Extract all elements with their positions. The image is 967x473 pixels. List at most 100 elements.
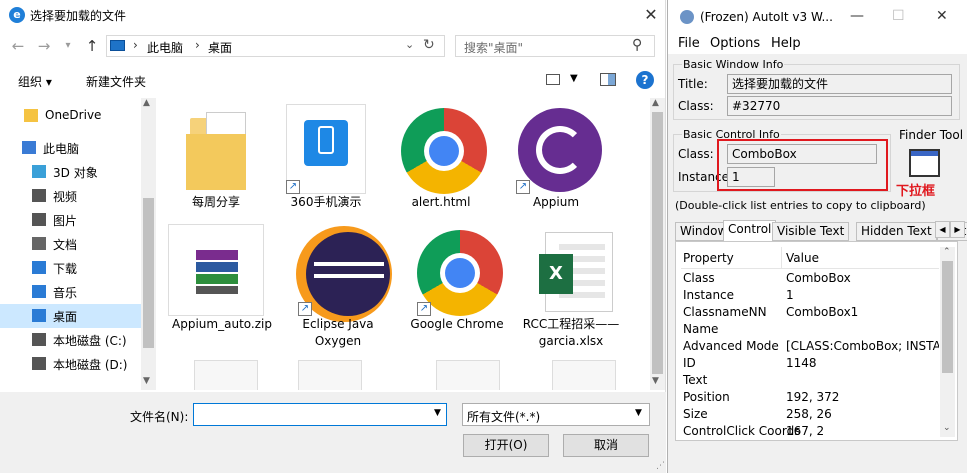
minimize-button[interactable]: — — [850, 8, 864, 24]
filename-combobox[interactable]: ▼ — [193, 403, 447, 426]
resize-grip-icon[interactable]: ⋰ — [656, 461, 665, 471]
file-item[interactable]: X RCC工程招采——garcia.xlsx — [515, 220, 627, 348]
scroll-up-icon[interactable]: ▲ — [143, 98, 150, 108]
table-row[interactable]: Advanced Mode [CLASS:ComboBox; INSTANCE — [681, 339, 939, 356]
menu-options[interactable]: Options — [710, 36, 760, 51]
sidebar-item[interactable]: 本地磁盘 (D:) — [0, 352, 141, 376]
class-field[interactable]: #32770 — [727, 96, 952, 116]
scroll-thumb[interactable] — [652, 112, 663, 374]
folder-icon — [24, 109, 38, 122]
property-name: ControlClick Coords — [683, 424, 801, 438]
table-row[interactable]: Text — [681, 373, 939, 390]
preview-pane-icon[interactable] — [600, 73, 616, 86]
tab-scroll-left-icon[interactable]: ◀ — [935, 221, 950, 238]
file-item[interactable]: ↗ 360手机演示 — [270, 98, 382, 216]
file-thumbnail[interactable] — [298, 360, 362, 390]
tab[interactable]: Visible Text — [772, 222, 850, 241]
scroll-up-icon[interactable]: ▲ — [652, 98, 659, 108]
help-icon[interactable]: ? — [636, 71, 654, 89]
table-row[interactable]: Size 258, 26 — [681, 407, 939, 424]
title-field[interactable]: 选择要加载的文件 — [727, 74, 952, 94]
scroll-up-icon[interactable]: ⌃ — [943, 247, 951, 257]
table-row[interactable]: Position 192, 372 — [681, 390, 939, 407]
file-thumbnail[interactable] — [194, 360, 258, 390]
chevron-down-icon[interactable]: ▼ — [635, 408, 642, 418]
address-bar[interactable]: › 此电脑 › 桌面 ⌄ ↻ — [106, 35, 445, 57]
table-row[interactable]: ClassnameNN ComboBox1 — [681, 305, 939, 322]
cube-icon — [32, 165, 46, 178]
property-name: ID — [683, 356, 696, 370]
sidebar-item[interactable]: 音乐 — [0, 280, 141, 304]
sidebar-item[interactable]: 视频 — [0, 184, 141, 208]
file-item[interactable]: 每周分享 — [160, 98, 272, 216]
menu-file[interactable]: File — [678, 36, 700, 51]
chevron-down-icon[interactable]: ▼ — [570, 73, 578, 84]
scroll-down-icon[interactable]: ▼ — [652, 376, 659, 386]
scroll-thumb[interactable] — [143, 198, 154, 348]
file-scrollbar[interactable]: ▲ ▼ — [650, 98, 665, 390]
file-thumbnail[interactable] — [436, 360, 500, 390]
search-icon[interactable]: ⚲ — [632, 37, 642, 53]
sidebar-item[interactable]: 图片 — [0, 208, 141, 232]
header-value[interactable]: Value — [786, 251, 819, 265]
property-header: Property Value — [681, 247, 939, 269]
chevron-down-icon[interactable]: ⌄ — [405, 38, 414, 51]
property-scrollbar[interactable]: ⌃ ⌄ — [940, 247, 955, 437]
scroll-down-icon[interactable]: ▼ — [143, 376, 150, 386]
open-button[interactable]: 打开(O) — [463, 434, 549, 457]
tab[interactable]: Hidden Text — [856, 222, 937, 241]
file-item[interactable]: Appium_auto.zip — [166, 220, 278, 338]
scroll-thumb[interactable] — [942, 261, 953, 373]
file-item[interactable]: ↗ Eclipse Java Oxygen — [282, 220, 394, 348]
sidebar-item[interactable]: 下载 — [0, 256, 141, 280]
property-value: 167, 2 — [786, 424, 825, 438]
chevron-right-icon: › — [133, 38, 138, 52]
table-row[interactable]: ControlClick Coords 167, 2 — [681, 424, 939, 441]
sidebar-item[interactable]: 本地磁盘 (C:) — [0, 328, 141, 352]
file-type-select[interactable]: 所有文件(*.*) ▼ — [462, 403, 650, 426]
recent-dropdown-button[interactable]: ▾ — [58, 36, 78, 56]
table-row[interactable]: Instance 1 — [681, 288, 939, 305]
sidebar-item-label: 本地磁盘 (C:) — [53, 334, 127, 348]
back-button[interactable]: ← — [8, 36, 28, 56]
sidebar-item[interactable]: 文档 — [0, 232, 141, 256]
table-row[interactable]: Class ComboBox — [681, 271, 939, 288]
file-item[interactable]: alert.html — [385, 98, 497, 216]
refresh-icon[interactable]: ↻ — [423, 37, 435, 53]
menu-help[interactable]: Help — [771, 36, 801, 51]
sidebar-item[interactable]: 此电脑 — [0, 136, 141, 160]
scroll-down-icon[interactable]: ⌄ — [943, 423, 951, 433]
shortcut-arrow-icon: ↗ — [417, 302, 431, 316]
table-row[interactable]: Name — [681, 322, 939, 339]
organize-menu[interactable]: 组织 ▾ — [18, 73, 52, 90]
property-name: Text — [683, 373, 708, 387]
finder-tool-icon[interactable] — [909, 149, 940, 177]
up-button[interactable]: ↑ — [82, 36, 102, 56]
tab-scroll-right-icon[interactable]: ▶ — [950, 221, 965, 238]
table-row[interactable]: ID 1148 — [681, 356, 939, 373]
view-options-icon[interactable] — [546, 74, 560, 85]
sidebar-item[interactable]: 桌面 — [0, 304, 141, 328]
excel-icon: X — [531, 226, 613, 316]
property-value: 1148 — [786, 356, 817, 370]
cancel-button[interactable]: 取消 — [563, 434, 649, 457]
nav-scrollbar[interactable]: ▲ ▼ — [141, 98, 156, 390]
property-name: Instance — [683, 288, 735, 302]
file-thumbnail[interactable] — [552, 360, 616, 390]
close-button[interactable]: ✕ — [936, 8, 948, 24]
chevron-down-icon[interactable]: ▼ — [434, 408, 441, 418]
breadcrumb-this-pc[interactable]: 此电脑 — [147, 39, 183, 56]
sidebar-item[interactable]: OneDrive — [0, 104, 141, 128]
header-property[interactable]: Property — [683, 251, 734, 265]
sidebar-item[interactable]: 3D 对象 — [0, 160, 141, 184]
tab[interactable]: Control — [723, 220, 777, 241]
breadcrumb-desktop[interactable]: 桌面 — [208, 39, 232, 56]
close-button[interactable]: ✕ — [640, 4, 662, 26]
maximize-button[interactable]: ☐ — [892, 8, 905, 24]
file-item[interactable]: ↗ Google Chrome — [401, 220, 513, 338]
search-box[interactable]: 搜索"桌面" ⚲ — [455, 35, 655, 57]
shortcut-arrow-icon: ↗ — [286, 180, 300, 194]
new-folder-button[interactable]: 新建文件夹 — [86, 73, 146, 90]
forward-button[interactable]: → — [34, 36, 54, 56]
file-item[interactable]: ↗ Appium — [500, 98, 612, 216]
